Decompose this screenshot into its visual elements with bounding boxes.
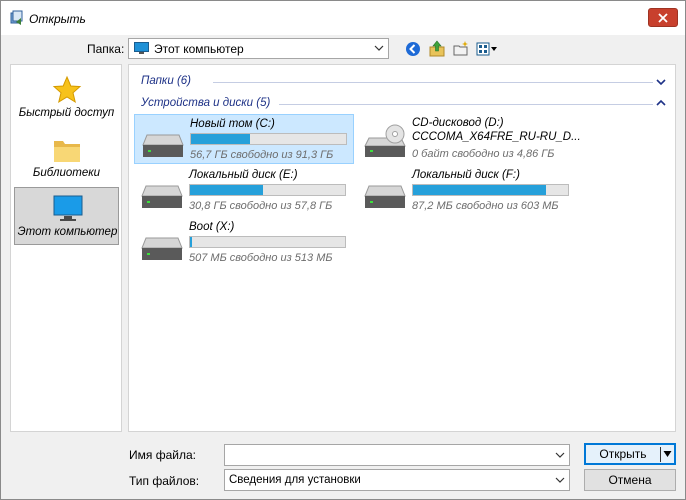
usage-bar-fill — [190, 185, 263, 195]
group-divider — [279, 104, 653, 105]
drive-name: Boot (X:) — [189, 221, 235, 233]
group-header-folders[interactable]: Папки (6) — [141, 75, 191, 87]
star-icon — [52, 75, 82, 104]
chevron-down-icon[interactable] — [374, 43, 384, 53]
sidebar-item-this-pc[interactable]: Этот компьютер — [14, 187, 119, 245]
folder-up-icon — [429, 40, 445, 57]
chevron-down-icon[interactable] — [555, 475, 565, 485]
drive-volume-label: CCCOMA_X64FRE_RU-RU_D... — [412, 131, 581, 143]
drive-name: Новый том (C:) — [190, 118, 275, 130]
view-menu-button[interactable] — [475, 39, 499, 59]
hard-drive-icon — [141, 185, 183, 208]
group-header-devices[interactable]: Устройства и диски (5) — [141, 97, 270, 109]
filename-input[interactable] — [224, 444, 570, 466]
new-folder-icon — [453, 41, 468, 56]
chevron-down-icon[interactable] — [655, 77, 667, 87]
drive-free-space: 87,2 МБ свободно из 603 МБ — [412, 200, 559, 212]
drive-item-d[interactable]: CD-дисковод (D:) CCCOMA_X64FRE_RU-RU_D..… — [357, 114, 581, 164]
drive-item-f[interactable]: Локальный диск (F:) 87,2 МБ свободно из … — [357, 166, 577, 216]
close-button[interactable] — [648, 8, 678, 27]
drive-item-x[interactable]: Boot (X:) 507 МБ свободно из 513 МБ — [134, 218, 354, 268]
filetype-label: Тип файлов: — [129, 474, 200, 488]
drive-item-e[interactable]: Локальный диск (E:) 30,8 ГБ свободно из … — [134, 166, 354, 216]
sidebar-item-label: Библиотеки — [32, 167, 101, 179]
title-bar: Открыть — [1, 1, 685, 35]
drive-free-space: 0 байт свободно из 4,86 ГБ — [412, 148, 555, 160]
chevron-up-icon[interactable] — [655, 98, 667, 108]
dialog-title: Открыть — [29, 12, 86, 26]
sidebar-item-label: Быстрый доступ — [18, 107, 115, 119]
monitor-icon — [53, 195, 83, 221]
chevron-down-icon[interactable] — [555, 450, 565, 460]
usage-bar — [189, 236, 346, 248]
filename-label: Имя файла: — [129, 448, 196, 462]
split-separator — [660, 447, 661, 462]
back-arrow-icon — [406, 42, 420, 56]
cancel-button[interactable]: Отмена — [584, 469, 676, 491]
open-button[interactable]: Открыть — [584, 443, 676, 465]
computer-icon — [134, 42, 149, 54]
places-sidebar: Быстрый доступ Библиотеки Этот компьютер — [10, 64, 122, 432]
usage-bar-fill — [191, 134, 250, 144]
back-button[interactable] — [403, 39, 423, 59]
usage-bar-fill — [190, 237, 192, 247]
drive-free-space: 56,7 ГБ свободно из 91,3 ГБ — [190, 149, 334, 161]
drive-item-c[interactable]: Новый том (C:) 56,7 ГБ свободно из 91,3 … — [134, 114, 354, 164]
usage-bar — [412, 184, 569, 196]
open-dialog: Открыть Папка: Этот компьютер Быстрый до… — [0, 0, 686, 500]
group-divider — [213, 82, 653, 83]
sidebar-item-label: Этот компьютер — [17, 226, 118, 238]
drive-name: CD-дисковод (D:) — [412, 117, 504, 129]
new-folder-button[interactable] — [451, 39, 471, 59]
file-browser-pane: Папки (6) Устройства и диски (5) Новый т… — [128, 64, 676, 432]
close-icon — [658, 12, 668, 23]
usage-bar — [189, 184, 346, 196]
usage-bar-fill — [413, 185, 547, 195]
location-combo[interactable]: Этот компьютер — [128, 38, 389, 59]
filetype-select[interactable]: Сведения для установки — [224, 469, 570, 491]
sidebar-item-quick-access[interactable]: Быстрый доступ — [14, 69, 119, 127]
folder-label: Папка: — [87, 42, 125, 56]
folder-icon — [54, 141, 80, 162]
cancel-button-label: Отмена — [608, 473, 652, 487]
hard-drive-icon — [141, 237, 183, 260]
hard-drive-icon — [142, 134, 184, 157]
location-value: Этот компьютер — [154, 42, 244, 56]
app-icon — [10, 10, 23, 25]
dropdown-arrow-icon[interactable] — [663, 450, 672, 458]
drive-free-space: 507 МБ свободно из 513 МБ — [189, 252, 333, 264]
hard-drive-icon — [364, 185, 406, 208]
view-grid-icon — [476, 42, 497, 56]
sidebar-item-libraries[interactable]: Библиотеки — [14, 129, 119, 187]
cd-drive-icon — [364, 124, 406, 157]
location-toolbar: Папка: Этот компьютер — [1, 37, 685, 61]
drive-name: Локальный диск (F:) — [412, 169, 520, 181]
drive-name: Локальный диск (E:) — [189, 169, 298, 181]
drive-free-space: 30,8 ГБ свободно из 57,8 ГБ — [189, 200, 333, 212]
filetype-value: Сведения для установки — [229, 474, 361, 486]
open-button-label: Открыть — [599, 447, 647, 461]
usage-bar — [190, 133, 347, 145]
up-folder-button[interactable] — [427, 39, 447, 59]
